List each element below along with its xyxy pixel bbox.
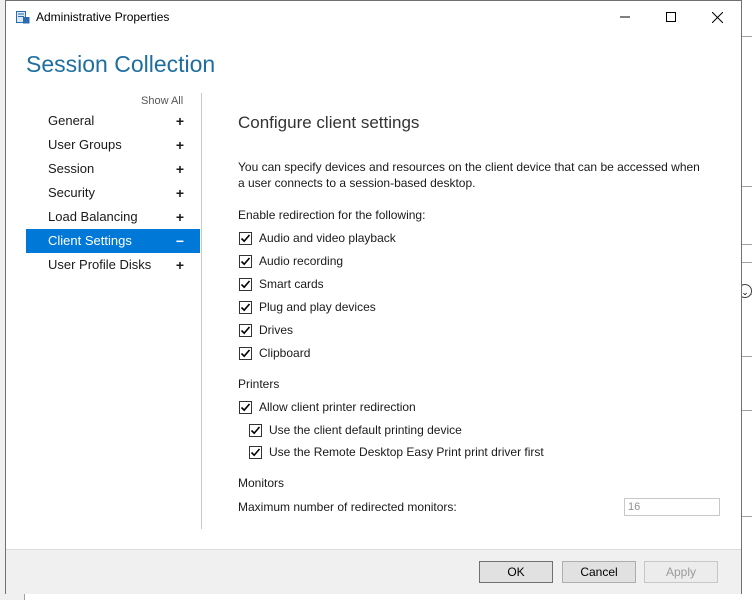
sidebar-nav: General + User Groups + Session + Securi… (26, 109, 200, 277)
sidebar-divider (201, 93, 202, 529)
sidebar-item-label: Session (48, 161, 95, 176)
sidebar-item-label: User Groups (48, 137, 122, 152)
maximize-button[interactable] (648, 1, 694, 33)
max-monitors-label: Maximum number of redirected monitors: (238, 500, 457, 514)
checkbox-label: Allow client printer redirection (259, 400, 416, 414)
expand-icon[interactable]: + (174, 253, 186, 277)
checkmark-icon (240, 279, 251, 288)
checkmark-icon (240, 325, 251, 334)
cancel-button[interactable]: Cancel (562, 561, 636, 583)
checkbox-label: Drives (259, 323, 294, 337)
maximize-icon (666, 12, 676, 22)
checkmark-icon (250, 425, 261, 434)
background-divider (742, 356, 752, 357)
expand-icon[interactable]: + (174, 181, 186, 205)
close-icon (711, 11, 723, 23)
checkbox[interactable] (239, 346, 252, 360)
checkbox-label: Plug and play devices (259, 300, 376, 314)
background-window (742, 0, 752, 600)
checkbox-plug-and-play[interactable]: Plug and play devices (239, 298, 376, 316)
expand-icon[interactable]: + (174, 157, 186, 181)
sidebar-item-label: Security (48, 185, 95, 200)
page-heading: Session Collection (26, 51, 216, 77)
expand-icon[interactable]: + (174, 133, 186, 157)
sidebar-item-label: User Profile Disks (48, 257, 152, 272)
background-divider (742, 410, 752, 411)
sidebar-item-client-settings[interactable]: Client Settings − (26, 229, 200, 253)
checkbox-smart-cards[interactable]: Smart cards (239, 275, 324, 293)
expand-icon[interactable]: + (174, 109, 186, 133)
checkbox-label: Use the client default printing device (269, 423, 462, 437)
sidebar-item-general[interactable]: General + (26, 109, 200, 133)
background-divider (742, 186, 752, 187)
checkbox[interactable] (239, 254, 252, 268)
sidebar-item-security[interactable]: Security + (26, 181, 200, 205)
sidebar-item-session[interactable]: Session + (26, 157, 200, 181)
checkbox[interactable] (239, 400, 252, 414)
checkmark-icon (240, 302, 251, 311)
redirection-label: Enable redirection for the following: (238, 208, 426, 222)
checkbox-label: Audio recording (259, 254, 344, 268)
checkbox-easy-print-driver[interactable]: Use the Remote Desktop Easy Print print … (249, 443, 544, 461)
checkbox[interactable] (239, 277, 252, 291)
checkbox[interactable] (249, 423, 262, 437)
background-divider (742, 516, 752, 517)
checkbox[interactable] (239, 323, 252, 337)
printers-label: Printers (238, 377, 280, 391)
checkmark-icon (240, 256, 251, 265)
ok-button[interactable]: OK (479, 561, 553, 583)
dialog-footer: OK Cancel Apply (6, 549, 741, 594)
checkbox[interactable] (249, 445, 262, 459)
checkmark-icon (240, 348, 251, 357)
collapse-icon[interactable]: − (174, 229, 186, 253)
background-divider (742, 244, 752, 245)
section-title: Configure client settings (238, 113, 420, 132)
background-window-bottom (24, 594, 752, 600)
expand-icon[interactable]: + (174, 205, 186, 229)
checkbox-allow-printer-redirection[interactable]: Allow client printer redirection (239, 398, 416, 416)
window-title: Administrative Properties (36, 10, 170, 24)
checkbox-label: Use the Remote Desktop Easy Print print … (269, 445, 544, 459)
checkbox-default-printing-device[interactable]: Use the client default printing device (249, 421, 462, 439)
checkbox-drives[interactable]: Drives (239, 321, 293, 339)
checkbox-audio-video-playback[interactable]: Audio and video playback (239, 229, 396, 247)
show-all-link[interactable]: Show All (141, 95, 183, 107)
checkbox-audio-recording[interactable]: Audio recording (239, 252, 343, 270)
title-bar[interactable]: Administrative Properties (6, 1, 741, 33)
monitors-label: Monitors (238, 476, 285, 490)
checkbox[interactable] (239, 300, 252, 314)
apply-button[interactable]: Apply (644, 561, 718, 583)
properties-dialog: Administrative Properties Session Collec… (5, 0, 742, 594)
sidebar-item-load-balancing[interactable]: Load Balancing + (26, 205, 200, 229)
checkbox-clipboard[interactable]: Clipboard (239, 344, 310, 362)
sidebar-item-label: Client Settings (48, 233, 132, 248)
sidebar-item-user-groups[interactable]: User Groups + (26, 133, 200, 157)
checkbox-label: Smart cards (259, 277, 324, 291)
sidebar-item-user-profile-disks[interactable]: User Profile Disks + (26, 253, 200, 277)
checkbox-label: Clipboard (259, 346, 311, 360)
minimize-icon (620, 16, 630, 18)
max-monitors-input[interactable]: 16 (624, 498, 720, 516)
checkmark-icon (250, 447, 261, 456)
background-divider (742, 36, 752, 37)
minimize-button[interactable] (602, 1, 648, 33)
checkbox-label: Audio and video playback (259, 231, 396, 245)
checkmark-icon (240, 402, 251, 411)
sidebar-item-label: General (48, 113, 95, 128)
checkbox[interactable] (239, 231, 252, 245)
checkmark-icon (240, 233, 251, 242)
section-description: You can specify devices and resources on… (238, 160, 700, 190)
sidebar-item-label: Load Balancing (48, 209, 138, 224)
close-button[interactable] (694, 1, 740, 33)
background-divider (742, 262, 752, 263)
server-properties-icon (16, 10, 30, 24)
